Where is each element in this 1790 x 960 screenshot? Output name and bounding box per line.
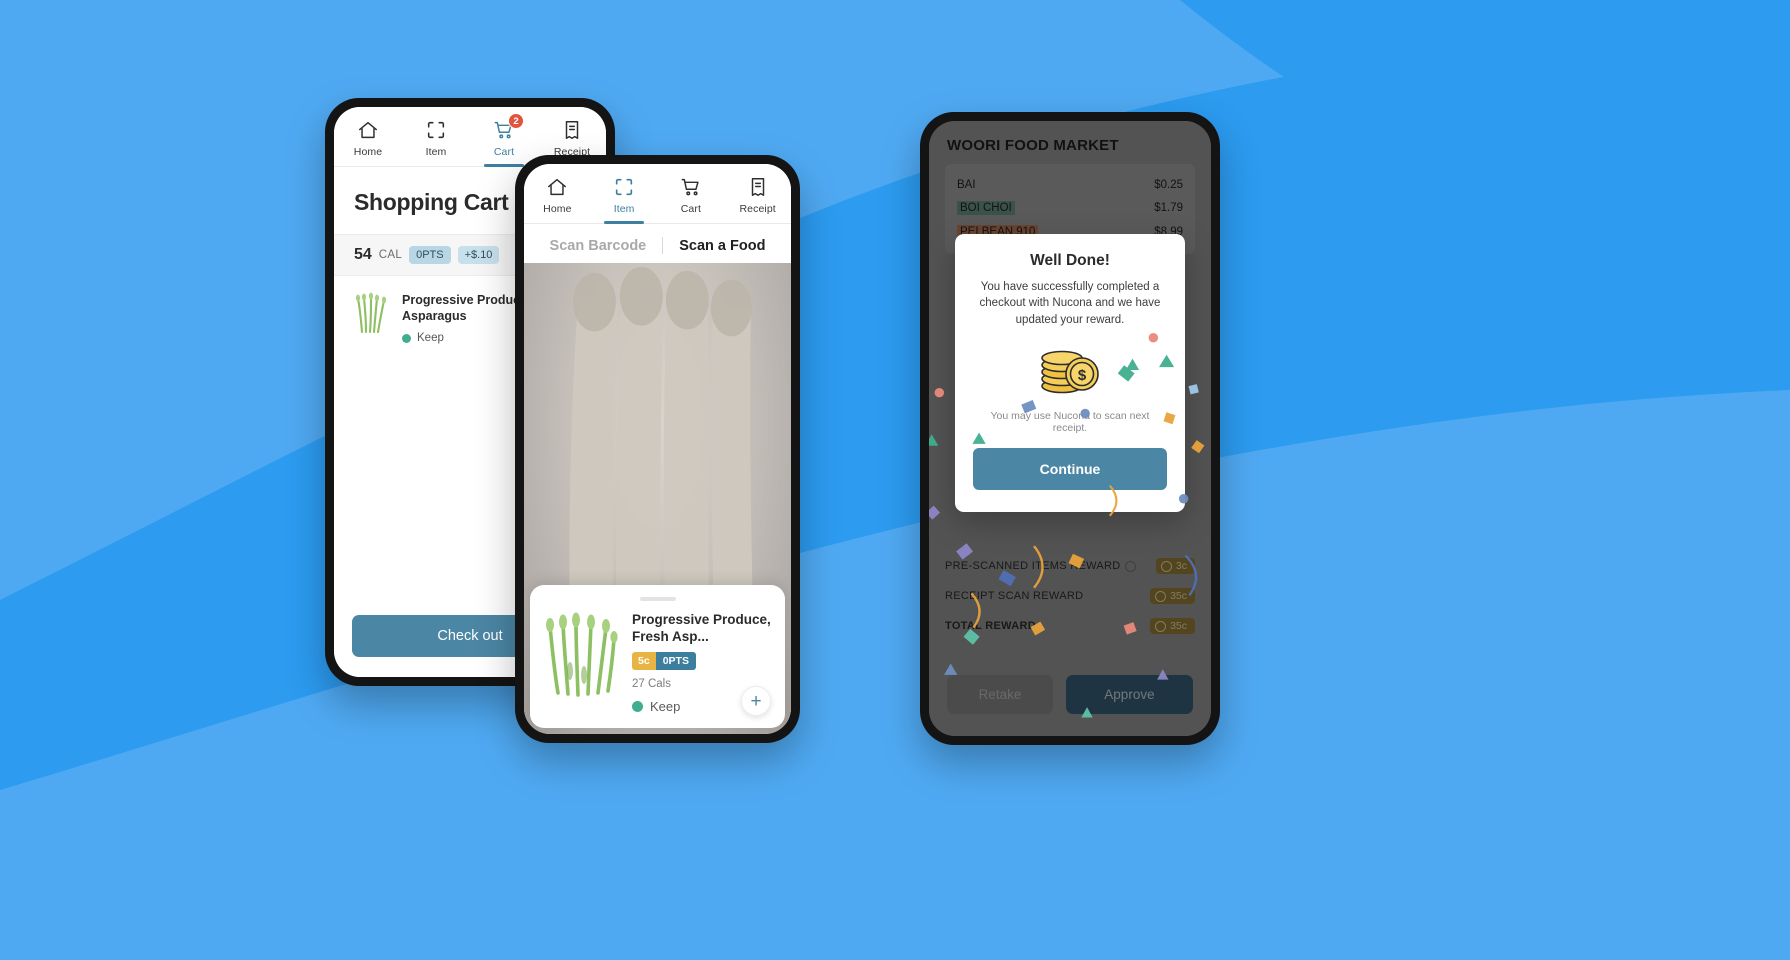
cart-icon <box>680 176 702 198</box>
coins-icon: $ <box>1041 350 1099 394</box>
well-done-modal: Well Done! You have successfully complet… <box>955 234 1185 512</box>
continue-button[interactable]: Continue <box>973 447 1167 490</box>
tab-cart[interactable]: 2 Cart <box>470 113 538 166</box>
scan-icon <box>425 119 447 141</box>
receipt-icon <box>561 119 583 141</box>
scan-screen: Home Item Cart Receipt Scan Barcode Scan… <box>524 164 791 734</box>
add-to-cart-button[interactable]: + <box>741 686 771 716</box>
food-row: Progressive Produce, Fresh Asp... 5c 0PT… <box>544 611 771 714</box>
scan-tab-item[interactable]: Item <box>591 176 658 223</box>
background-waves <box>0 0 1790 960</box>
scan-tab-item-label: Item <box>613 203 635 215</box>
money-chip: +$.10 <box>457 246 500 264</box>
tab-item-label: Item <box>425 146 447 158</box>
food-status-label: Keep <box>650 699 681 714</box>
svg-text:$: $ <box>1078 367 1087 384</box>
food-reward-pills: 5c 0PTS <box>632 652 696 670</box>
scan-tab-receipt-label: Receipt <box>739 203 776 215</box>
modal-body: You have successfully completed a checko… <box>979 281 1161 326</box>
scan-tab-cart[interactable]: Cart <box>658 176 725 223</box>
status-dot-icon <box>632 701 643 712</box>
receipt-icon <box>747 176 769 198</box>
coins-illustration: $ <box>973 344 1167 396</box>
background <box>0 0 1790 960</box>
scan-tab-cart-label: Cart <box>680 203 701 215</box>
tab-cart-label: Cart <box>493 146 515 158</box>
money-pill: 5c <box>632 652 656 670</box>
points-chip: 0PTS <box>409 246 451 264</box>
modal-title: Well Done! <box>1030 252 1110 269</box>
asparagus-icon <box>354 292 390 334</box>
tab-home-label: Home <box>353 146 383 158</box>
scan-tab-home[interactable]: Home <box>524 176 591 223</box>
phone-receipt-review: WOORI FOOD MARKET BAI $0.25 BOI CHOI $1.… <box>920 112 1220 745</box>
asparagus-icon <box>544 611 618 697</box>
tab-home[interactable]: Home <box>334 119 402 166</box>
calorie-unit: CAL <box>378 249 403 261</box>
status-dot-icon <box>402 333 411 343</box>
drag-handle[interactable] <box>639 597 676 601</box>
scan-tab-receipt[interactable]: Receipt <box>724 176 791 223</box>
scan-tabbar: Home Item Cart Receipt <box>524 164 791 224</box>
scan-icon <box>613 176 635 198</box>
cart-item-status-label: Keep <box>417 332 444 344</box>
detected-food-card: Progressive Produce, Fresh Asp... 5c 0PT… <box>530 585 785 728</box>
segment-scan-a-food[interactable]: Scan a Food <box>663 238 781 254</box>
tab-item[interactable]: Item <box>402 119 470 166</box>
calorie-value: 54 <box>354 246 372 263</box>
cart-badge: 2 <box>508 113 524 129</box>
modal-note: You may use Nucona to scan next receipt. <box>990 409 1150 434</box>
home-icon <box>357 119 379 141</box>
points-pill: 0PTS <box>655 652 696 670</box>
scan-tab-home-label: Home <box>543 203 572 215</box>
home-icon <box>546 176 568 198</box>
segment-scan-barcode[interactable]: Scan Barcode <box>534 238 663 254</box>
food-name: Progressive Produce, Fresh Asp... <box>632 612 771 644</box>
phone-scan-food: Home Item Cart Receipt Scan Barcode Scan… <box>515 155 800 743</box>
receipt-screen: WOORI FOOD MARKET BAI $0.25 BOI CHOI $1.… <box>929 121 1211 736</box>
